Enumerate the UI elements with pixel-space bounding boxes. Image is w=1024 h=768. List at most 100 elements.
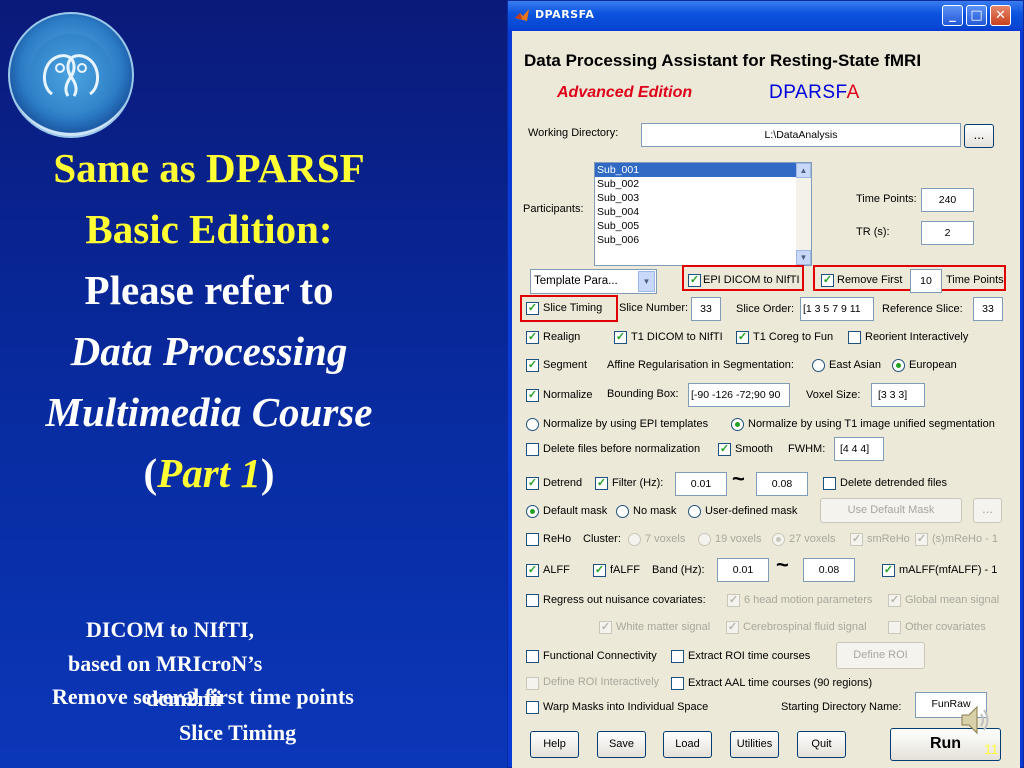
slice-timing-label: Slice Timing — [543, 302, 603, 314]
reorient-label: Reorient Interactively — [865, 331, 969, 343]
delete-detrended-checkbox[interactable] — [823, 477, 836, 490]
start-dir-label: Starting Directory Name: — [781, 701, 902, 713]
maximize-icon: □ — [970, 8, 983, 23]
smreho-label: smReHo — [867, 533, 910, 545]
norm-t1-label: Normalize by using T1 image unified segm… — [748, 418, 995, 430]
mask-browse-button[interactable]: ... — [973, 498, 1002, 523]
fc-checkbox[interactable] — [526, 650, 539, 663]
smreho-checkbox[interactable]: ✓ — [850, 533, 863, 546]
delete-files-checkbox[interactable] — [526, 443, 539, 456]
utilities-button[interactable]: Utilities — [730, 731, 779, 758]
band-low-input[interactable]: 0.01 — [717, 558, 769, 582]
chevron-down-icon[interactable]: ▼ — [638, 271, 655, 292]
title-line-4: Data Processing — [70, 328, 348, 374]
reho-label: ReHo — [543, 533, 572, 545]
reho-checkbox[interactable] — [526, 533, 539, 546]
working-dir-browse-button[interactable]: ... — [964, 124, 994, 148]
smooth-checkbox[interactable]: ✓ — [718, 443, 731, 456]
falff-checkbox[interactable]: ✓ — [593, 564, 606, 577]
tr-input[interactable]: 2 — [921, 221, 974, 245]
working-dir-input[interactable]: L:\DataAnalysis — [641, 123, 961, 147]
cluster-19-radio[interactable] — [698, 533, 711, 546]
time-points-input[interactable]: 240 — [921, 188, 974, 212]
use-default-mask-button[interactable]: Use Default Mask — [820, 498, 962, 523]
bounding-box-input[interactable]: [-90 -126 -72;90 90 — [688, 383, 790, 407]
minimize-button[interactable]: _ — [942, 5, 963, 26]
normalize-checkbox[interactable]: ✓ — [526, 389, 539, 402]
detrend-checkbox[interactable]: ✓ — [526, 477, 539, 490]
t1-coreg-checkbox[interactable]: ✓ — [736, 331, 749, 344]
smreho1-checkbox[interactable]: ✓ — [915, 533, 928, 546]
no-mask-radio[interactable] — [616, 505, 629, 518]
cluster-19-label: 19 voxels — [715, 533, 762, 545]
participants-list[interactable]: Sub_001 Sub_002 Sub_003 Sub_004 Sub_005 … — [594, 162, 812, 266]
extract-roi-checkbox[interactable] — [671, 650, 684, 663]
smreho1-label: (s)mReHo - 1 — [932, 533, 999, 545]
filter-high-input[interactable]: 0.08 — [756, 472, 808, 496]
malff-checkbox[interactable]: ✓ — [882, 564, 895, 577]
define-roi-button[interactable]: Define ROI — [836, 642, 925, 669]
slice-order-input[interactable]: [1 3 5 7 9 11 — [800, 297, 874, 321]
brand-text: DPARSF — [769, 82, 847, 103]
global-mean-checkbox[interactable]: ✓ — [888, 594, 901, 607]
cluster-7-radio[interactable] — [628, 533, 641, 546]
warp-checkbox[interactable] — [526, 701, 539, 714]
help-button[interactable]: Help — [530, 731, 579, 758]
csf-checkbox[interactable]: ✓ — [726, 621, 739, 634]
matlab-icon — [515, 9, 529, 21]
user-mask-radio[interactable] — [688, 505, 701, 518]
six-head-checkbox[interactable]: ✓ — [727, 594, 740, 607]
other-cov-checkbox[interactable] — [888, 621, 901, 634]
filter-low-input[interactable]: 0.01 — [675, 472, 727, 496]
time-points-suffix: Time Points — [946, 274, 1004, 286]
epi-dicom-checkbox[interactable]: ✓ — [688, 274, 701, 287]
default-mask-radio[interactable] — [526, 505, 539, 518]
list-item[interactable]: Sub_001 — [595, 163, 811, 177]
remove-first-checkbox[interactable]: ✓ — [821, 274, 834, 287]
participants-label: Participants: — [523, 203, 584, 215]
define-roi-int-checkbox[interactable] — [526, 677, 539, 690]
t1-dicom-checkbox[interactable]: ✓ — [614, 331, 627, 344]
list-item[interactable]: Sub_006 — [595, 233, 811, 247]
european-radio[interactable] — [892, 359, 905, 372]
maximize-button[interactable]: □ — [966, 5, 987, 26]
east-asian-radio[interactable] — [812, 359, 825, 372]
speaker-icon[interactable] — [958, 702, 992, 738]
remove-first-input[interactable]: 10 — [910, 269, 942, 293]
save-button[interactable]: Save — [597, 731, 646, 758]
template-select[interactable]: Template Para... ▼ — [530, 269, 657, 294]
extract-aal-checkbox[interactable] — [671, 677, 684, 690]
norm-t1-radio[interactable] — [731, 418, 744, 431]
norm-epi-label: Normalize by using EPI templates — [543, 418, 709, 430]
title-line-2: Basic Edition: — [85, 206, 333, 252]
participants-scrollbar[interactable]: ▲ ▼ — [796, 163, 811, 265]
list-item[interactable]: Sub_004 — [595, 205, 811, 219]
norm-epi-radio[interactable] — [526, 418, 539, 431]
reference-slice-input[interactable]: 33 — [973, 297, 1003, 321]
cluster-27-radio[interactable] — [772, 533, 785, 546]
white-matter-checkbox[interactable]: ✓ — [599, 621, 612, 634]
slice-number-input[interactable]: 33 — [691, 297, 721, 321]
alff-checkbox[interactable]: ✓ — [526, 564, 539, 577]
filter-checkbox[interactable]: ✓ — [595, 477, 608, 490]
voxel-size-input[interactable]: [3 3 3] — [871, 383, 925, 407]
slice-timing-checkbox[interactable]: ✓ — [526, 302, 539, 315]
delete-files-label: Delete files before normalization — [543, 443, 701, 455]
list-item[interactable]: Sub_005 — [595, 219, 811, 233]
list-item[interactable]: Sub_002 — [595, 177, 811, 191]
close-button[interactable]: ✕ — [990, 5, 1011, 26]
list-item[interactable]: Sub_003 — [595, 191, 811, 205]
filter-label: Filter (Hz): — [612, 477, 664, 489]
segment-checkbox[interactable]: ✓ — [526, 359, 539, 372]
working-dir-label: Working Directory: — [528, 127, 619, 139]
scroll-down-icon[interactable]: ▼ — [796, 250, 811, 265]
fwhm-input[interactable]: [4 4 4] — [834, 437, 884, 461]
reorient-checkbox[interactable] — [848, 331, 861, 344]
regress-checkbox[interactable] — [526, 594, 539, 607]
realign-checkbox[interactable]: ✓ — [526, 331, 539, 344]
scroll-up-icon[interactable]: ▲ — [796, 163, 811, 178]
load-button[interactable]: Load — [663, 731, 712, 758]
band-high-input[interactable]: 0.08 — [803, 558, 855, 582]
quit-button[interactable]: Quit — [797, 731, 846, 758]
title-bar[interactable]: DPARSFA _ □ ✕ — [508, 1, 1023, 29]
